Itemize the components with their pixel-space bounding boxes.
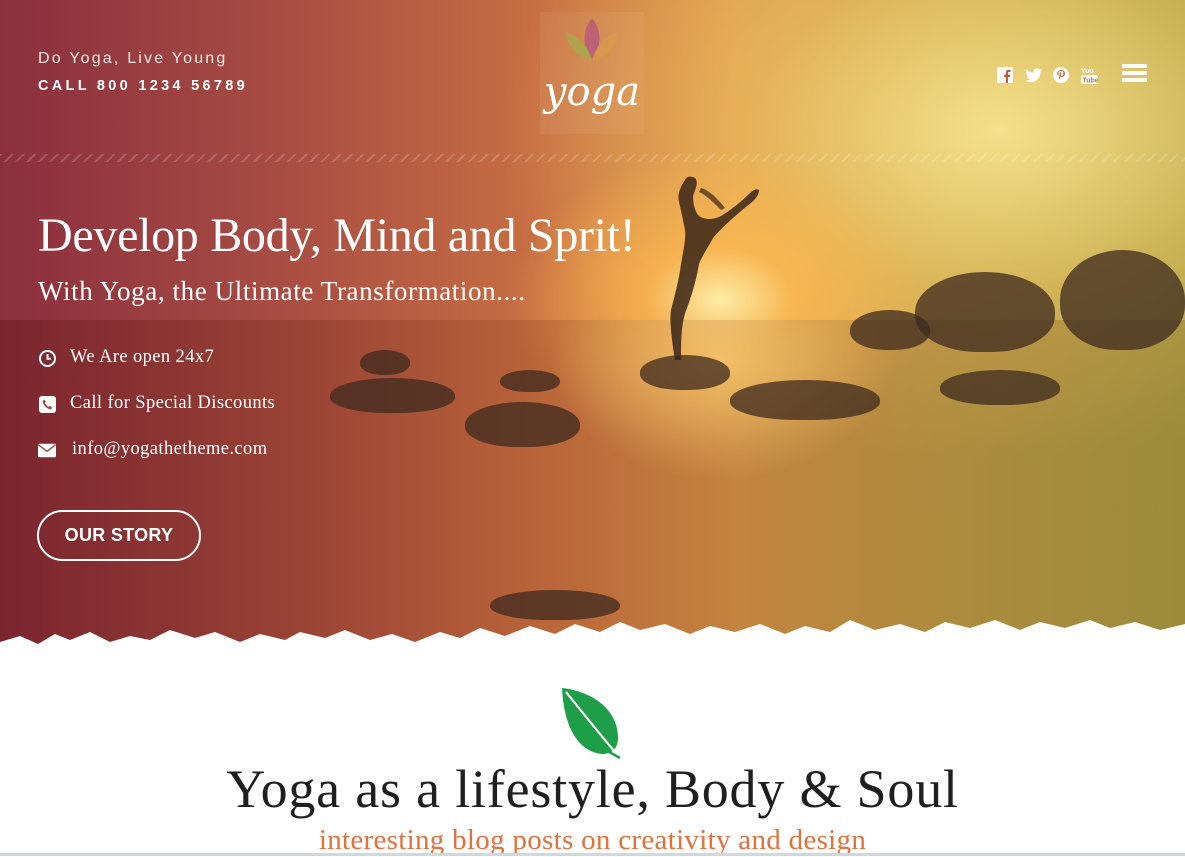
wave-divider (0, 154, 1185, 162)
hero-subheadline: With Yoga, the Ultimate Transformation..… (38, 276, 526, 306)
rock-silhouette (1060, 250, 1185, 350)
rock-silhouette (850, 310, 930, 350)
yoga-figure-silhouette (670, 176, 759, 360)
twitter-icon[interactable] (1024, 66, 1042, 84)
rock-silhouette (730, 380, 880, 420)
phone-icon (38, 395, 56, 413)
info-text[interactable]: info@yogathetheme.com (72, 439, 267, 460)
rock-silhouette (360, 350, 410, 375)
logo-text: yoga (543, 69, 641, 115)
pinterest-icon[interactable] (1052, 66, 1070, 84)
rock-silhouette (940, 370, 1060, 405)
info-item-email[interactable]: info@yogathetheme.com (38, 438, 267, 462)
rock-silhouette (500, 370, 560, 392)
envelope-icon (38, 441, 56, 459)
info-item-phone: Call for Special Discounts (38, 392, 275, 416)
rock-silhouette (465, 402, 580, 447)
torn-paper-edge (0, 620, 1185, 660)
site-logo[interactable]: yoga (540, 12, 644, 134)
lotus-icon (566, 18, 618, 60)
our-story-button[interactable]: OUR STORY (37, 510, 201, 561)
svg-text:Tube: Tube (1082, 78, 1098, 85)
facebook-icon[interactable] (996, 66, 1014, 84)
svg-text:You: You (1081, 68, 1094, 75)
section-title: Yoga as a lifestyle, Body & Soul (226, 759, 959, 819)
info-text: Call for Special Discounts (70, 393, 276, 413)
clock-icon (38, 349, 56, 367)
hamburger-menu-icon[interactable] (1122, 62, 1148, 84)
site-tagline: Do Yoga, Live Young (38, 50, 228, 67)
youtube-icon[interactable]: You Tube (1080, 66, 1098, 84)
info-text: We Are open 24x7 (70, 347, 215, 367)
leaf-icon (562, 688, 621, 760)
info-item-hours: We Are open 24x7 (38, 346, 214, 370)
header-phone[interactable]: CALL 800 1234 56789 (38, 78, 248, 94)
rock-silhouette (330, 378, 455, 413)
rock-silhouette (915, 272, 1055, 352)
hero-headline: Develop Body, Mind and Sprit! (38, 209, 636, 262)
